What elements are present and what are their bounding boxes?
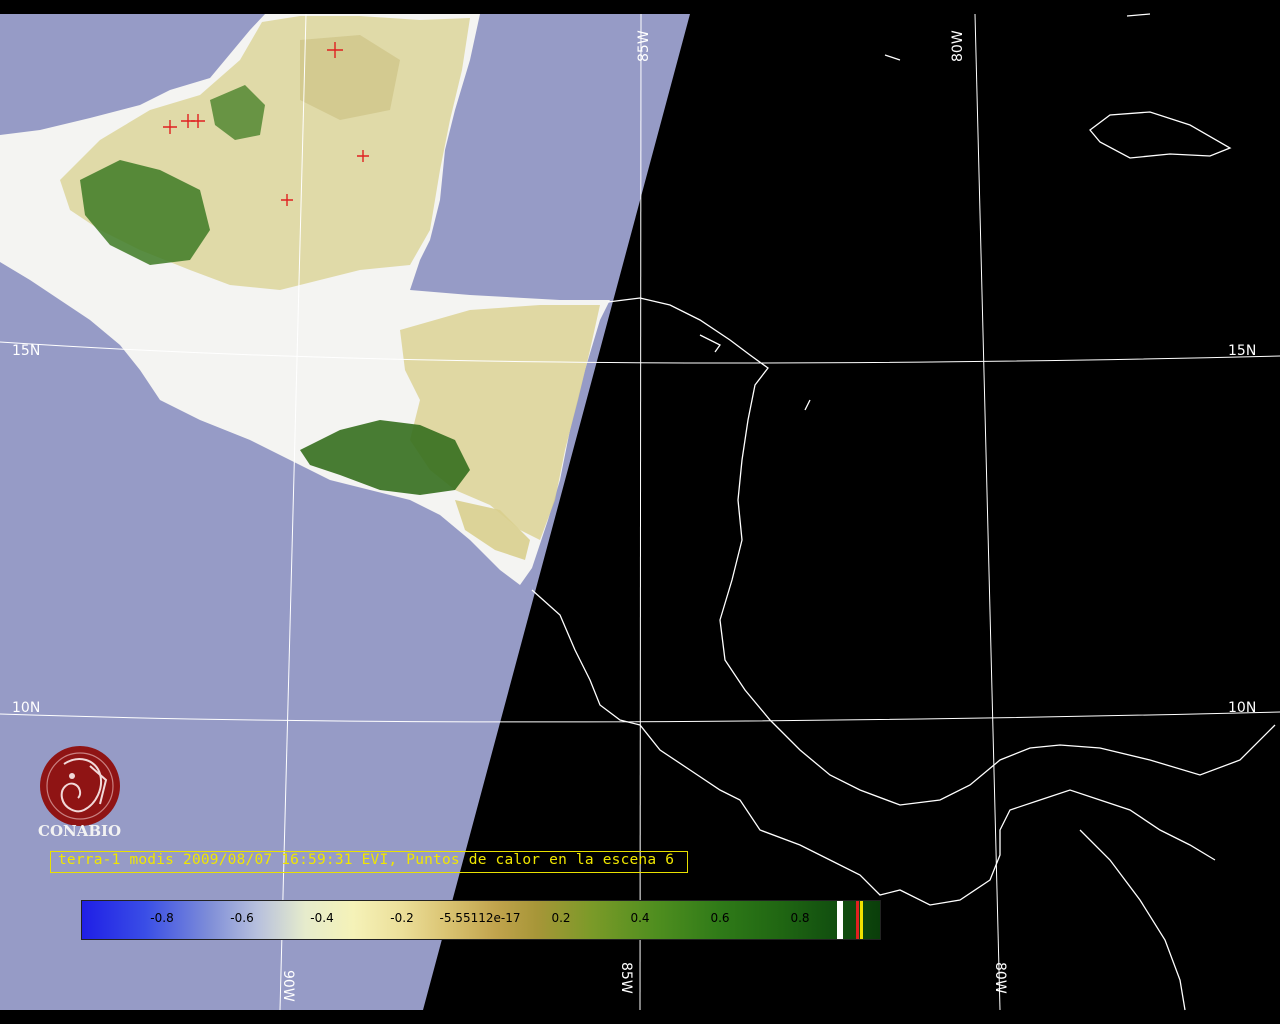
lat-label-15n-right: 15N <box>1228 343 1256 359</box>
lat-label-10n-left: 10N <box>12 700 40 716</box>
lon-label-80w-bottom: 80W <box>992 962 1008 994</box>
colorbar-tick: 0.8 <box>790 911 810 925</box>
colorbar-tick: 0.6 <box>710 911 730 925</box>
colorbar-tick: -0.4 <box>310 911 334 925</box>
lon-label-90w-bottom: 90W <box>280 970 296 1002</box>
colorbar-tick: 0.4 <box>630 911 650 925</box>
caption-text: terra-1 modis 2009/08/07 16:59:31 EVI, P… <box>58 852 675 868</box>
colorbar-tick: 0.2 <box>551 911 571 925</box>
colorbar-swatch-white <box>837 901 843 939</box>
colorbar-swatch-red <box>856 901 859 939</box>
colorbar-tick: -0.2 <box>390 911 414 925</box>
logo-name: CONABIO <box>38 822 122 840</box>
colorbar-tick: -5.55112e-17 <box>439 911 521 925</box>
lon-label-85w-bottom: 85W <box>618 962 634 994</box>
lon-label-80w-top: 80W <box>950 30 966 62</box>
lat-label-10n-right: 10N <box>1228 700 1256 716</box>
evi-colorbar: -0.8 -0.6 -0.4 -0.2 -5.55112e-17 0.2 0.4… <box>81 900 881 940</box>
colorbar-swatch-yellow <box>860 901 863 939</box>
lat-label-15n-left: 15N <box>12 343 40 359</box>
lon-label-85w-top: 85W <box>636 30 652 62</box>
colorbar-tick: -0.8 <box>150 911 174 925</box>
colorbar-tick: -0.6 <box>230 911 254 925</box>
